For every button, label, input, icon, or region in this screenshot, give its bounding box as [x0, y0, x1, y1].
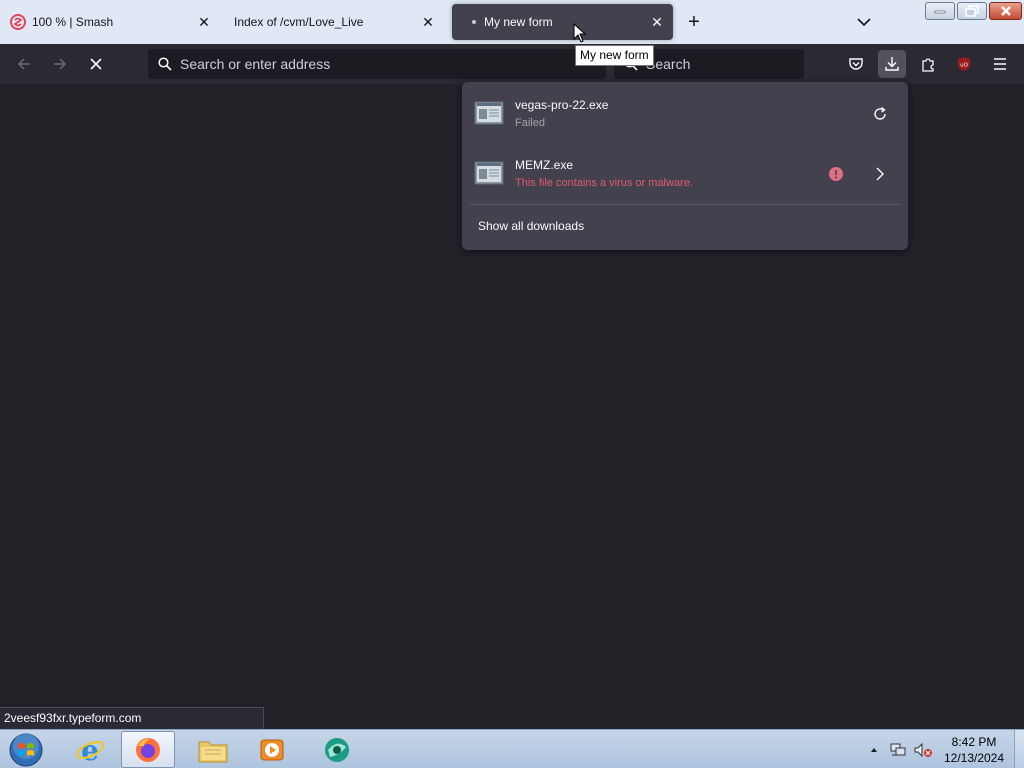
tab-title: 100 % | Smash	[32, 15, 114, 29]
divider	[470, 204, 900, 205]
taskbar-file-explorer[interactable]	[186, 731, 240, 768]
show-all-downloads-button[interactable]: Show all downloads	[478, 219, 584, 233]
download-item[interactable]: vegas-pro-22.exe Failed	[470, 88, 900, 142]
executable-file-icon	[474, 161, 504, 185]
tab-tooltip: My new form	[575, 45, 654, 66]
arrow-left-icon	[17, 58, 30, 70]
retry-download-button[interactable]	[868, 102, 892, 126]
taskbar-app[interactable]	[310, 731, 364, 768]
arrow-right-icon	[54, 58, 67, 70]
navigation-toolbar: uO	[0, 44, 1024, 84]
firefox-icon	[136, 737, 160, 762]
pocket-icon	[849, 58, 863, 70]
new-tab-button[interactable]: +	[684, 12, 704, 32]
clock-date: 12/13/2024	[943, 751, 1005, 765]
taskbar-internet-explorer[interactable]: e	[63, 731, 117, 768]
download-item[interactable]: MEMZ.exe This file contains a virus or m…	[470, 148, 900, 202]
mouse-cursor-icon	[573, 23, 587, 43]
url-bar[interactable]	[148, 49, 606, 79]
close-tab-icon[interactable]: ✕	[418, 12, 438, 32]
malware-warning	[824, 162, 848, 186]
downloads-panel: vegas-pro-22.exe Failed MEMZ.exe This fi…	[462, 82, 908, 250]
download-filename: MEMZ.exe	[515, 158, 574, 172]
volume-tray-icon[interactable]	[912, 730, 934, 768]
search-input[interactable]	[646, 56, 796, 72]
loading-dot-icon	[472, 20, 476, 24]
media-player-icon	[260, 739, 284, 760]
retry-icon	[874, 106, 886, 120]
list-all-tabs-button[interactable]	[853, 12, 875, 32]
download-filename: vegas-pro-22.exe	[515, 98, 609, 112]
taskbar: e 8:42 PM 12/13/2024	[0, 729, 1024, 768]
internet-explorer-icon: e	[76, 735, 104, 765]
start-button[interactable]	[7, 731, 45, 768]
chevron-down-icon	[857, 18, 871, 27]
show-desktop-button[interactable]	[1014, 730, 1024, 768]
svg-text:e: e	[81, 735, 99, 765]
volume-muted-icon	[914, 742, 932, 757]
close-tab-icon[interactable]: ✕	[194, 12, 214, 32]
tab-title: Index of /cvm/Love_Live	[234, 15, 364, 29]
clock-time: 8:42 PM	[951, 735, 997, 749]
executable-file-icon	[474, 101, 504, 125]
tab-strip: 100 % | Smash ✕ Index of /cvm/Love_Live …	[0, 0, 1024, 44]
stop-button[interactable]	[84, 52, 108, 76]
tab-title: My new form	[484, 15, 553, 29]
back-button[interactable]	[12, 52, 36, 76]
download-details-button[interactable]	[868, 162, 892, 186]
download-status: Failed	[515, 117, 545, 129]
svg-text:uO: uO	[960, 63, 968, 69]
ublock-icon: uO	[958, 57, 970, 71]
system-clock[interactable]: 8:42 PM 12/13/2024	[936, 734, 1012, 766]
extensions-button[interactable]	[914, 50, 942, 78]
error-icon	[829, 167, 843, 181]
network-tray-icon[interactable]	[888, 730, 908, 768]
forward-button[interactable]	[48, 52, 72, 76]
download-icon	[885, 57, 899, 71]
tab-index[interactable]: Index of /cvm/Love_Live ✕	[226, 4, 444, 40]
close-window-button[interactable]	[989, 2, 1022, 20]
pocket-button[interactable]	[842, 50, 870, 78]
puzzle-icon	[922, 58, 934, 72]
stop-icon	[90, 58, 102, 70]
download-status: This file contains a virus or malware.	[515, 177, 693, 189]
close-tab-icon[interactable]: ✕	[647, 12, 667, 32]
downloads-button[interactable]	[878, 50, 906, 78]
tab-my-new-form[interactable]: My new form ✕	[452, 4, 673, 40]
restore-window-button[interactable]	[957, 2, 987, 20]
search-icon	[158, 57, 172, 71]
app-icon	[325, 737, 349, 762]
taskbar-media-player[interactable]	[245, 731, 299, 768]
menu-button[interactable]	[986, 50, 1014, 78]
chevron-up-icon	[871, 747, 877, 752]
taskbar-firefox[interactable]	[121, 731, 175, 768]
file-explorer-icon	[198, 741, 228, 762]
smash-icon	[10, 14, 26, 30]
network-icon	[890, 743, 906, 755]
windows-start-icon	[9, 733, 43, 767]
minimize-window-button[interactable]	[925, 2, 955, 20]
status-link-preview: 2veesf93fxr.typeform.com	[0, 707, 264, 729]
ublock-origin-button[interactable]: uO	[950, 50, 978, 78]
address-input[interactable]	[180, 56, 580, 72]
hamburger-menu-icon	[994, 58, 1006, 70]
show-hidden-icons-button[interactable]	[866, 730, 882, 768]
tab-smash[interactable]: 100 % | Smash ✕	[2, 4, 220, 40]
chevron-right-icon	[876, 167, 884, 181]
